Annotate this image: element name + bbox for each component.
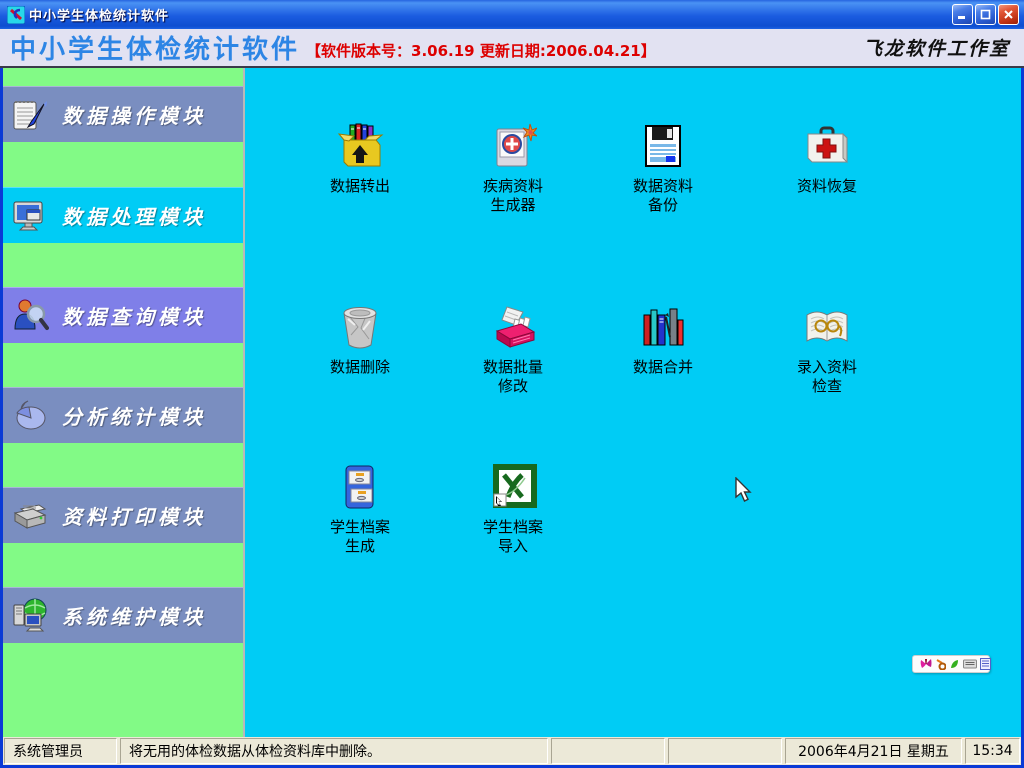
book-glasses-icon [803,303,851,351]
shortcut-label: 数据资料 [598,177,728,196]
sidebar: 数据操作模块 数据处理模块 [3,68,245,737]
books-merge-icon [639,303,687,351]
sidebar-item-data-operation[interactable]: 数据操作模块 [3,86,243,142]
shortcut-label: 数据批量 [448,358,578,377]
statusbar-user: 系统管理员 [4,738,117,764]
shortcut-data-restore[interactable]: 资料恢复 [762,122,892,196]
butterfly-icon[interactable] [920,658,932,670]
close-button[interactable] [998,4,1019,25]
shortcut-batch-modify[interactable]: 数据批量修改 [448,303,578,396]
shortcut-data-delete[interactable]: 数据删除 [295,303,425,377]
shortcut-archive-import[interactable]: 学生档案导入 [448,463,578,556]
leaf-icon[interactable] [949,659,960,670]
shortcut-label: 备份 [598,196,728,215]
shortcut-label: 资料恢复 [762,177,892,196]
shortcut-label: 学生档案 [448,518,578,537]
file-cabinet-icon [336,463,384,511]
shortcut-label: 生成器 [448,196,578,215]
window-title: 中小学生体检统计软件 [29,5,952,24]
titlebar: 中小学生体检统计软件 [0,0,1024,29]
card-box-icon [489,303,537,351]
statusbar-cell-empty [668,738,782,764]
minimize-button[interactable] [952,4,973,25]
shortcut-label: 生成 [295,537,425,556]
shortcut-label: 检查 [762,377,892,396]
page-title: 中小学生体检统计软件 [10,29,300,66]
shortcut-label: 数据合并 [598,358,728,377]
sidebar-item-label: 数据查询模块 [62,301,206,330]
computer-globe-icon [11,597,49,635]
shortcut-data-export[interactable]: 数据转出 [295,122,425,196]
statusbar-message: 将无用的体检数据从体检资料库中删除。 [120,738,548,764]
keyboard-icon[interactable] [963,659,977,669]
notepad-pen-icon [11,96,49,134]
sidebar-item-label: 资料打印模块 [62,501,206,530]
trash-delete-icon [336,303,384,351]
person-magnifier-icon [11,297,49,335]
shortcut-label: 修改 [448,377,578,396]
statusbar-time: 15:34 [965,738,1020,764]
shortcut-label: 数据转出 [295,177,425,196]
sidebar-item-label: 数据处理模块 [62,201,206,230]
main-area: 数据转出 疾病资料生成器 [245,68,1021,737]
excel-import-icon [489,463,537,511]
pinyin-icon[interactable] [935,659,946,670]
sidebar-item-analysis-statistics[interactable]: 分析统计模块 [3,387,243,443]
shortcut-data-backup[interactable]: 数据资料备份 [598,122,728,215]
sidebar-item-data-processing[interactable]: 数据处理模块 [3,187,243,243]
pie-chart-icon [11,397,49,435]
menu-icon[interactable] [980,658,991,670]
shortcut-input-check[interactable]: 录入资料检查 [762,303,892,396]
statusbar-date: 2006年4月21日 星期五 [785,738,962,764]
shortcut-data-merge[interactable]: 数据合并 [598,303,728,377]
sidebar-gap [3,243,243,287]
ime-toolbar[interactable] [912,655,990,673]
sidebar-item-label: 分析统计模块 [62,401,206,430]
shortcut-disease-generator[interactable]: 疾病资料生成器 [448,122,578,215]
floppy-backup-icon [639,122,687,170]
sidebar-item-label: 系统维护模块 [62,601,206,630]
shortcut-label: 学生档案 [295,518,425,537]
shortcut-label: 数据删除 [295,358,425,377]
sidebar-filler [3,643,243,737]
export-box-icon [336,122,384,170]
app-window: 中小学生体检统计软件 中小学生体检统计软件 【软件版本号：3.06.19 更新日… [0,0,1024,768]
disease-generator-icon [489,122,537,170]
sidebar-item-label: 数据操作模块 [62,100,206,129]
maximize-button[interactable] [975,4,996,25]
shortcut-label: 导入 [448,537,578,556]
sidebar-gap [3,443,243,487]
sidebar-item-data-query[interactable]: 数据查询模块 [3,287,243,343]
header: 中小学生体检统计软件 【软件版本号：3.06.19 更新日期:2006.04.2… [0,29,1024,68]
sidebar-gap [3,142,243,187]
first-aid-restore-icon [803,122,851,170]
studio-name: 飞龙软件工作室 [863,34,1014,61]
sidebar-gap [3,343,243,387]
statusbar-cell-empty [551,738,665,764]
sidebar-item-system-maintenance[interactable]: 系统维护模块 [3,587,243,643]
app-logo-icon [7,6,25,24]
shortcut-label: 录入资料 [762,358,892,377]
printer-icon [11,497,49,535]
sidebar-spacer [3,68,243,86]
shortcut-archive-generate[interactable]: 学生档案生成 [295,463,425,556]
version-info: 【软件版本号：3.06.19 更新日期:2006.04.21】 [306,40,656,61]
monitor-icon [11,197,49,235]
shortcut-label: 疾病资料 [448,177,578,196]
statusbar: 系统管理员 将无用的体检数据从体检资料库中删除。 2006年4月21日 星期五 … [3,737,1021,765]
sidebar-gap [3,543,243,587]
sidebar-item-print[interactable]: 资料打印模块 [3,487,243,543]
